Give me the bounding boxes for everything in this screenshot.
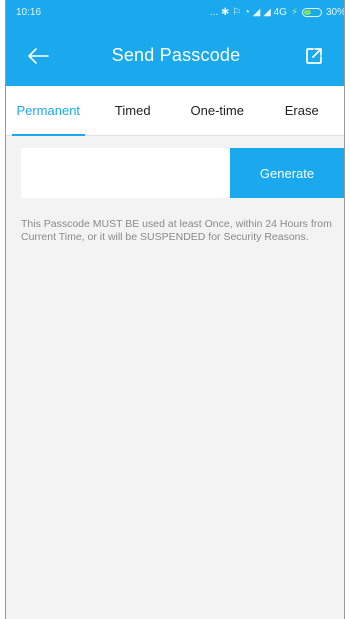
passcode-field[interactable]	[21, 148, 230, 198]
tab-permanent[interactable]: Permanent	[6, 86, 91, 136]
tab-bar: Permanent Timed One-time Erase	[6, 86, 344, 136]
battery-icon	[301, 8, 322, 17]
tab-timed[interactable]: Timed	[91, 86, 176, 135]
charging-icon: ⚡	[290, 7, 298, 18]
battery-level: 30%	[325, 7, 345, 18]
status-signal-icons: ... ✱ ⚐ ◔ ◢ ◢ 4G	[209, 7, 287, 18]
security-notice: This Passcode MUST BE used at least Once…	[21, 218, 332, 243]
status-time: 10:16	[16, 7, 42, 18]
phone-screen: 10:16 ... ✱ ⚐ ◔ ◢ ◢ 4G ⚡ 30% Send Passco…	[5, 0, 345, 619]
status-bar: 10:16 ... ✱ ⚐ ◔ ◢ ◢ 4G ⚡ 30%	[6, 0, 344, 25]
back-button[interactable]	[24, 42, 52, 70]
status-icons: ... ✱ ⚐ ◔ ◢ ◢ 4G ⚡ 30%	[209, 7, 345, 18]
generate-button[interactable]: Generate	[230, 148, 344, 198]
page-title: Send Passcode	[111, 45, 241, 65]
app-bar: Send Passcode	[6, 25, 344, 86]
generate-row: Generate	[6, 148, 344, 198]
external-link-icon	[306, 47, 322, 64]
share-button[interactable]	[300, 42, 328, 70]
tab-erase[interactable]: Erase	[260, 86, 345, 135]
arrow-left-icon	[28, 47, 49, 64]
tab-one-time[interactable]: One-time	[175, 86, 260, 135]
